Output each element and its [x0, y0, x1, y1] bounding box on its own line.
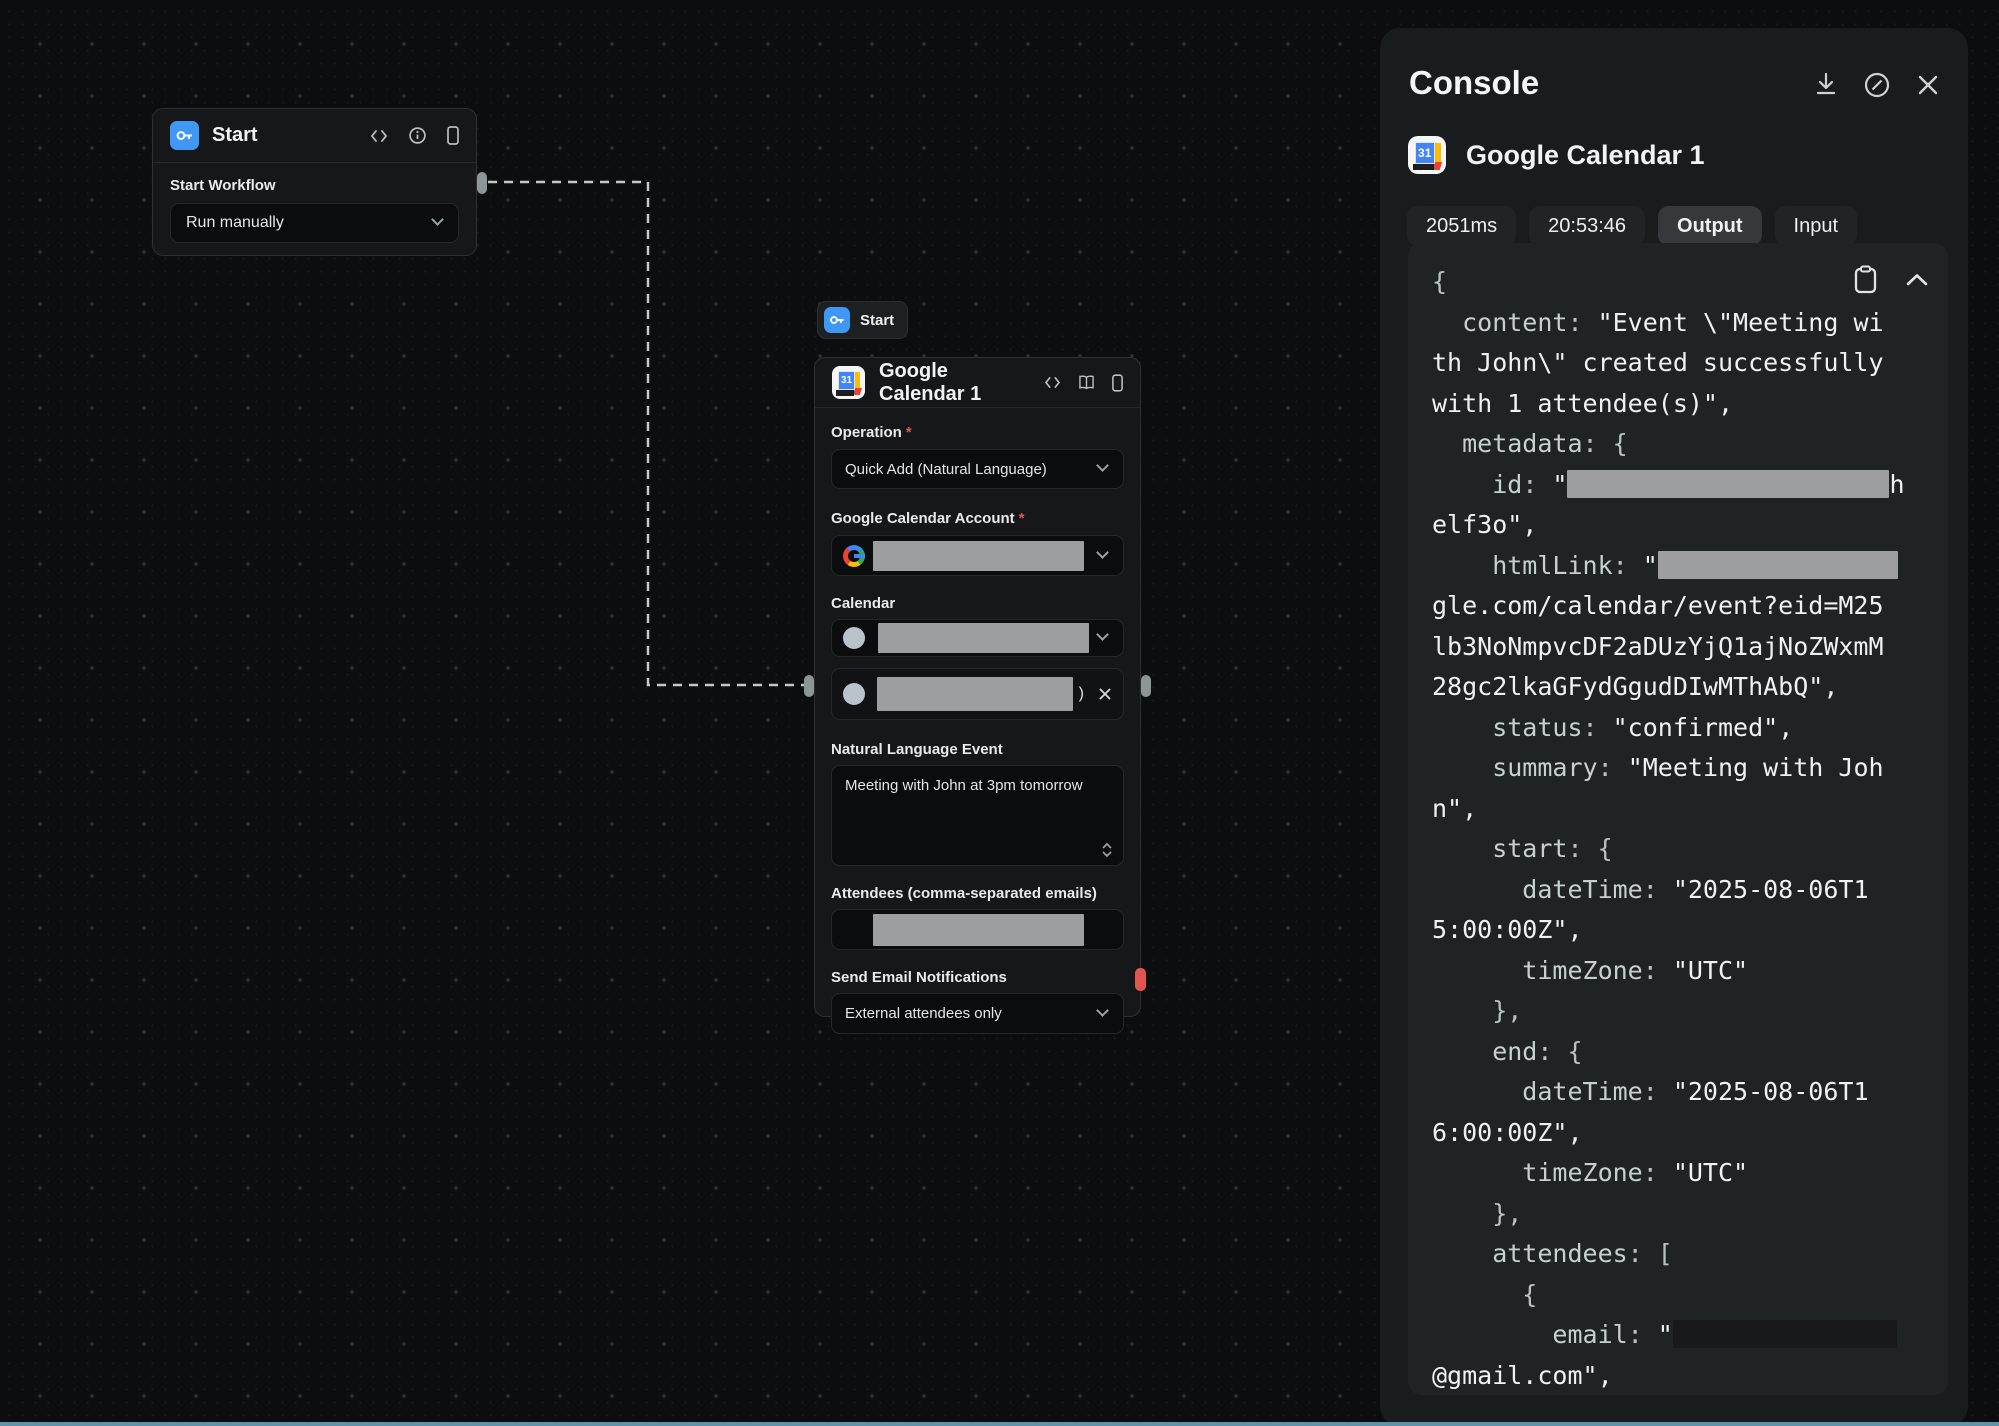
code-icon[interactable] — [1044, 376, 1061, 389]
calendar-chip[interactable]: ) — [831, 668, 1124, 720]
start-node-title: Start — [212, 124, 258, 147]
window-bottom-edge — [0, 1422, 1999, 1426]
nle-textarea[interactable]: Meeting with John at 3pm tomorrow — [831, 765, 1124, 866]
calendar-avatar — [843, 627, 865, 649]
operation-label: Operation* — [831, 424, 1124, 441]
calendar-label: Calendar — [831, 595, 1124, 612]
attendees-label: Attendees (comma-separated emails) — [831, 885, 1124, 902]
start-key-icon — [170, 121, 199, 150]
google-logo-icon — [843, 545, 865, 567]
workflow-canvas[interactable]: Start Start Workflow Run manually — [0, 0, 1999, 1426]
duration-badge: 2051ms — [1407, 206, 1516, 246]
start-key-icon — [824, 307, 850, 333]
start-workflow-label: Start Workflow — [170, 177, 459, 194]
info-icon[interactable] — [409, 127, 426, 144]
close-icon[interactable] — [1098, 687, 1112, 701]
start-flow-tag[interactable]: Start — [817, 301, 908, 339]
google-calendar-icon: 31 — [1408, 136, 1446, 174]
redacted-chip-value — [877, 677, 1073, 711]
notifications-value: External attendees only — [845, 1005, 1002, 1022]
gcal-error-connector[interactable] — [1135, 968, 1146, 991]
code-icon[interactable] — [370, 129, 388, 143]
console-title: Console — [1409, 64, 1539, 102]
chevron-down-icon — [1096, 546, 1109, 559]
redacted-attendees-value — [873, 914, 1084, 946]
attendees-input[interactable] — [831, 909, 1124, 950]
flow-tag-label: Start — [860, 312, 894, 329]
chevron-down-icon — [1096, 628, 1109, 641]
google-calendar-node[interactable]: 31 Google Calendar 1 Operation* Quick Ad… — [814, 357, 1141, 1017]
resize-handle-icon[interactable] — [1101, 842, 1113, 858]
clear-icon[interactable] — [1864, 72, 1890, 98]
nle-value: Meeting with John at 3pm tomorrow — [845, 777, 1083, 794]
chevron-down-icon — [431, 213, 444, 226]
redacted-account-value — [873, 541, 1084, 571]
gcal-output-connector[interactable] — [1141, 675, 1151, 697]
calendar-chip-avatar — [843, 683, 865, 705]
phone-icon[interactable] — [1112, 374, 1123, 392]
redacted-json-value — [1673, 1320, 1897, 1348]
run-mode-value: Run manually — [186, 214, 284, 232]
account-select[interactable] — [831, 535, 1124, 576]
gcal-input-connector[interactable] — [804, 675, 814, 697]
console-json-output: { content: "Event \"Meeting with John\" … — [1432, 262, 1938, 1395]
phone-icon[interactable] — [447, 126, 459, 145]
tab-output[interactable]: Output — [1658, 206, 1762, 246]
console-node-title: Google Calendar 1 — [1466, 140, 1705, 171]
chevron-down-icon — [1096, 459, 1109, 472]
copy-icon[interactable] — [1853, 265, 1878, 294]
chip-suffix: ) — [1079, 685, 1084, 703]
collapse-icon[interactable] — [1906, 273, 1928, 286]
redacted-json-value — [1567, 470, 1889, 498]
close-icon[interactable] — [1916, 73, 1940, 97]
book-icon[interactable] — [1078, 375, 1095, 390]
nle-label: Natural Language Event — [831, 741, 1124, 758]
google-calendar-icon: 31 — [832, 366, 865, 399]
redacted-calendar-value — [878, 623, 1089, 653]
notifications-select[interactable]: External attendees only — [831, 993, 1124, 1034]
redacted-json-value — [1658, 551, 1898, 579]
gcal-node-title: Google Calendar 1 — [879, 360, 1030, 406]
start-output-connector[interactable] — [477, 172, 487, 194]
notifications-label: Send Email Notifications — [831, 969, 1124, 986]
timestamp-badge: 20:53:46 — [1529, 206, 1645, 246]
console-output-box[interactable]: { content: "Event \"Meeting with John\" … — [1408, 243, 1948, 1395]
operation-value: Quick Add (Natural Language) — [845, 461, 1047, 478]
tab-input[interactable]: Input — [1775, 206, 1857, 246]
console-panel: Console 31 Google Calendar 1 2051ms 20:5… — [1380, 28, 1968, 1426]
run-mode-select[interactable]: Run manually — [170, 203, 459, 243]
download-icon[interactable] — [1814, 72, 1838, 98]
calendar-select[interactable] — [831, 619, 1124, 657]
account-label: Google Calendar Account* — [831, 510, 1124, 527]
start-node[interactable]: Start Start Workflow Run manually — [152, 108, 477, 256]
chevron-down-icon — [1096, 1004, 1109, 1017]
operation-select[interactable]: Quick Add (Natural Language) — [831, 449, 1124, 489]
